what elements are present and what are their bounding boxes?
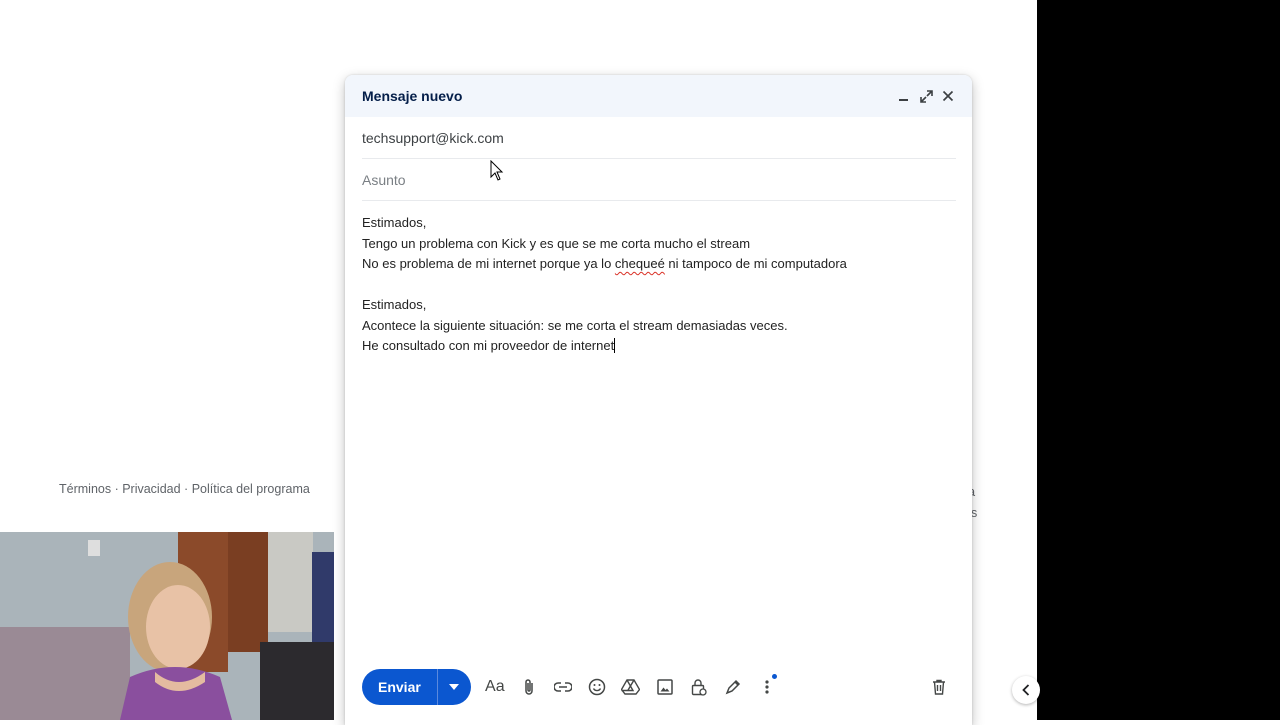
attach-file-icon[interactable] xyxy=(512,670,546,704)
fullscreen-icon[interactable] xyxy=(918,88,934,104)
compose-title: Mensaje nuevo xyxy=(362,88,463,104)
body-line: Acontece la siguiente situación: se me c… xyxy=(362,317,788,333)
message-body[interactable]: Estimados, Tengo un problema con Kick y … xyxy=(345,201,972,655)
header-icons xyxy=(896,88,956,104)
side-panel-toggle[interactable] xyxy=(1012,676,1040,704)
terms-link[interactable]: Términos xyxy=(59,482,111,496)
program-policy-link[interactable]: Política del programa xyxy=(192,482,310,496)
to-field[interactable]: techsupport@kick.com xyxy=(362,117,956,159)
close-icon[interactable] xyxy=(940,88,956,104)
body-text: ni tampoco de mi computadora xyxy=(664,256,847,271)
formatting-options-icon[interactable]: Aa xyxy=(478,670,512,704)
black-side-panel xyxy=(1037,0,1280,720)
insert-link-icon[interactable] xyxy=(546,670,580,704)
chevron-left-icon xyxy=(1022,684,1030,696)
recipient-chip[interactable]: techsupport@kick.com xyxy=(362,130,504,146)
compose-toolbar: Enviar Aa xyxy=(362,669,956,705)
body-text: He consultado con mi proveedor de intern… xyxy=(362,338,615,353)
body-text: No es problema de mi internet porque ya … xyxy=(362,256,615,271)
discard-draft-icon[interactable] xyxy=(922,670,956,704)
footer-separator: · xyxy=(180,482,192,496)
send-button-group: Enviar xyxy=(362,669,471,705)
more-options-icon[interactable] xyxy=(750,670,784,704)
body-line: Estimados, xyxy=(362,215,427,230)
insert-photo-icon[interactable] xyxy=(648,670,682,704)
notification-dot xyxy=(771,674,777,679)
format-tools: Aa xyxy=(478,670,784,704)
footer-separator: · xyxy=(111,482,123,496)
webcam-overlay xyxy=(0,532,334,720)
minimize-icon[interactable] xyxy=(896,88,912,104)
body-line: Estimados, xyxy=(362,297,427,312)
subject-input[interactable] xyxy=(362,171,956,188)
body-blank-line xyxy=(362,275,955,296)
drive-icon[interactable] xyxy=(614,670,648,704)
subject-field xyxy=(362,159,956,201)
confidential-mode-icon[interactable] xyxy=(682,670,716,704)
body-line: Tengo un problema con Kick y es que se m… xyxy=(362,235,751,251)
compose-header[interactable]: Mensaje nuevo xyxy=(345,75,972,117)
send-button[interactable]: Enviar xyxy=(362,669,437,705)
mouse-pointer-icon xyxy=(490,160,504,181)
footer-links: Términos · Privacidad · Política del pro… xyxy=(59,482,310,496)
emoji-icon[interactable] xyxy=(580,670,614,704)
signature-icon[interactable] xyxy=(716,670,750,704)
webcam-image xyxy=(0,532,334,720)
body-line: No es problema de mi internet porque ya … xyxy=(362,254,955,275)
privacy-link[interactable]: Privacidad xyxy=(122,482,180,496)
send-options-button[interactable] xyxy=(436,669,471,705)
body-line: He consultado con mi proveedor de intern… xyxy=(362,336,955,357)
text-caret xyxy=(614,338,616,353)
caret-down-icon xyxy=(449,684,460,690)
compose-window: Mensaje nuevo techsupport@kick.com Estim… xyxy=(345,75,972,725)
misspelled-word[interactable]: chequeé xyxy=(615,256,665,271)
